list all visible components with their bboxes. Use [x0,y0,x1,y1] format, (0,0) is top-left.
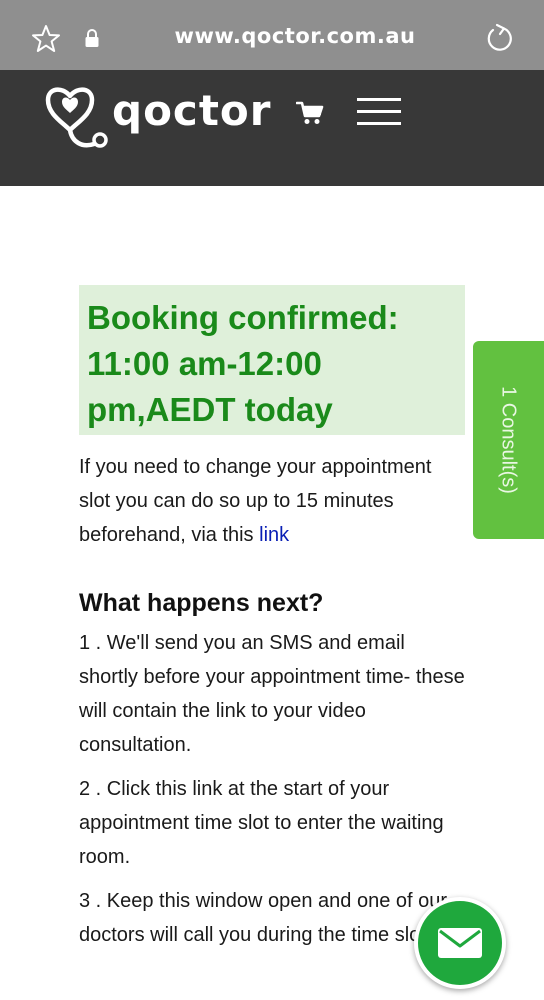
intro-text: If you need to change your appointment s… [79,456,432,546]
step-item: 2 . Click this link at the start of your… [79,778,444,868]
change-appointment-text: If you need to change your appointment s… [79,450,465,552]
booking-confirmed-title: Booking confirmed: 11:00 am-12:00 pm,AED… [87,299,399,428]
change-appointment-link[interactable]: link [259,524,289,546]
step-item: 3 . Keep this window open and one of our… [79,890,448,946]
stethoscope-heart-icon [45,87,108,148]
cart-icon[interactable] [296,100,324,126]
logo-text: qoctor [112,86,272,135]
confirmation-content: Booking confirmed: 11:00 am-12:00 pm,AED… [79,285,465,952]
steps-list: 1 . We'll send you an SMS and email shor… [79,626,465,952]
hamburger-menu-icon[interactable] [357,98,401,125]
envelope-icon [438,928,482,958]
site-header: qoctor [0,70,544,186]
lock-icon [85,29,99,47]
what-happens-next-heading: What happens next? [79,589,324,617]
reload-icon[interactable] [482,22,516,56]
url-text[interactable]: www.qoctor.com.au [150,24,440,48]
consults-tab-label: 1 Consult(s) [497,386,520,494]
booking-confirmed-banner: Booking confirmed: 11:00 am-12:00 pm,AED… [79,285,465,435]
email-button[interactable] [414,897,506,989]
consults-tab[interactable]: 1 Consult(s) [473,341,544,539]
logo[interactable]: qoctor [42,82,272,154]
step-item: 1 . We'll send you an SMS and email shor… [79,632,465,756]
star-icon[interactable] [30,23,62,55]
browser-url-bar: www.qoctor.com.au [0,0,544,70]
